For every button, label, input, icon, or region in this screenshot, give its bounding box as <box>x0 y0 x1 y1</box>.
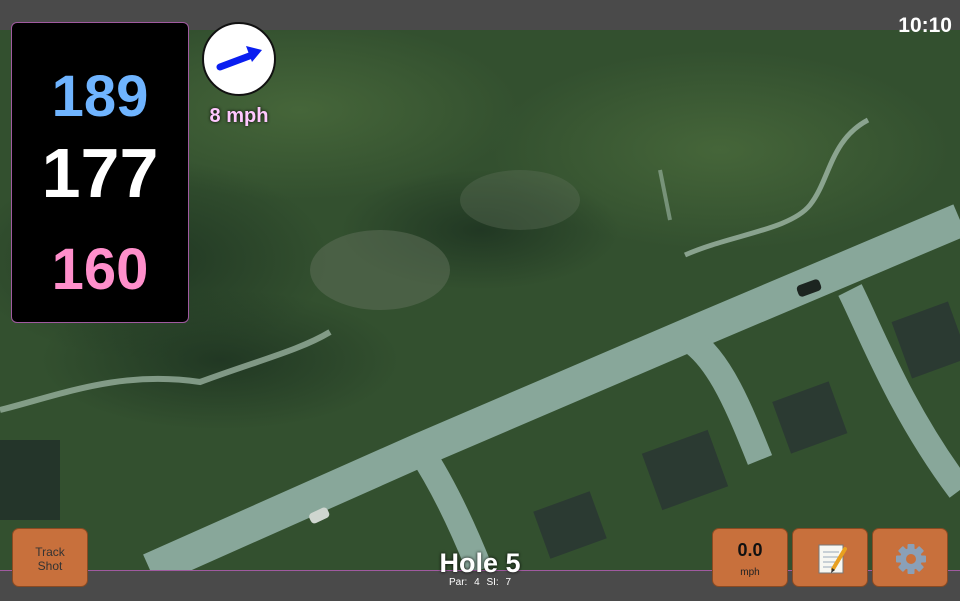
hole-title: Hole 5 <box>439 548 521 578</box>
hole-info: Par: 4 SI: 7 <box>380 577 580 588</box>
wind-speed: 8 mph <box>209 105 269 127</box>
track-shot-button[interactable]: Track Shot <box>12 528 88 587</box>
track-shot-label-line2: Shot <box>37 559 63 573</box>
wind-direction-arrow-icon <box>216 46 262 71</box>
front-distance: 160 <box>51 237 149 302</box>
speed-value: 0.0 <box>737 540 763 560</box>
stroke-index-label: SI: 7 <box>486 577 512 588</box>
middle-distance: 177 <box>41 134 159 212</box>
notes-button[interactable] <box>792 528 868 587</box>
speed-unit: mph <box>740 567 760 578</box>
clock: 10:10 <box>898 14 952 37</box>
wind-indicator <box>202 22 276 96</box>
settings-button[interactable] <box>872 528 948 587</box>
track-shot-label-line1: Track <box>35 545 65 559</box>
par-label: Par: 4 <box>448 577 480 588</box>
distance-panel: 189 177 160 <box>11 22 189 323</box>
back-distance: 189 <box>51 64 149 129</box>
notepad-icon <box>818 544 847 574</box>
gear-icon <box>896 544 926 574</box>
speed-button[interactable]: 0.0 mph <box>712 528 788 587</box>
